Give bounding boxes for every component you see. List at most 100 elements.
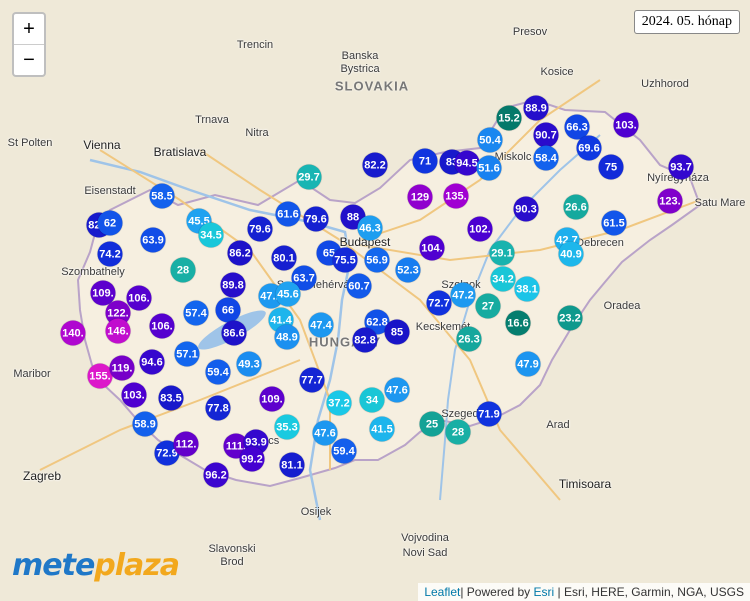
station-marker[interactable]: 47.4 xyxy=(308,312,334,338)
station-marker[interactable]: 15.2 xyxy=(496,105,522,131)
station-marker[interactable]: 71 xyxy=(412,148,438,174)
station-marker[interactable]: 140. xyxy=(60,320,86,346)
zoom-out-button[interactable]: − xyxy=(14,45,44,75)
station-marker[interactable]: 58.9 xyxy=(132,411,158,437)
station-marker[interactable]: 90.3 xyxy=(513,196,539,222)
station-marker[interactable]: 85 xyxy=(384,319,410,345)
station-marker[interactable]: 59.4 xyxy=(205,359,231,385)
station-marker[interactable]: 46.3 xyxy=(357,215,383,241)
station-marker[interactable]: 79.6 xyxy=(303,206,329,232)
station-marker[interactable]: 48.9 xyxy=(274,324,300,350)
station-marker[interactable]: 41.5 xyxy=(369,416,395,442)
station-marker[interactable]: 146. xyxy=(105,318,131,344)
station-marker[interactable]: 103. xyxy=(121,382,147,408)
station-marker[interactable]: 102. xyxy=(467,216,493,242)
station-marker[interactable]: 26.6 xyxy=(563,194,589,220)
station-marker[interactable]: 35.3 xyxy=(274,414,300,440)
station-marker[interactable]: 69.6 xyxy=(576,135,602,161)
station-marker[interactable]: 96.2 xyxy=(203,462,229,488)
station-marker[interactable]: 58.4 xyxy=(533,145,559,171)
station-marker[interactable]: 47.2 xyxy=(450,282,476,308)
station-marker[interactable]: 75.5 xyxy=(332,247,358,273)
station-marker[interactable]: 93.7 xyxy=(668,154,694,180)
station-marker[interactable]: 61.6 xyxy=(275,201,301,227)
station-marker[interactable]: 23.2 xyxy=(557,305,583,331)
station-marker[interactable]: 27 xyxy=(475,293,501,319)
place-label: Debrecen xyxy=(576,237,624,249)
station-marker[interactable]: 135. xyxy=(443,183,469,209)
station-marker[interactable]: 119. xyxy=(109,355,135,381)
station-marker[interactable]: 106. xyxy=(126,285,152,311)
station-marker[interactable]: 106. xyxy=(149,313,175,339)
station-marker[interactable]: 51.6 xyxy=(476,155,502,181)
station-marker[interactable]: 90.7 xyxy=(533,122,559,148)
station-marker[interactable]: 60.7 xyxy=(346,273,372,299)
esri-link[interactable]: Esri xyxy=(534,585,555,599)
country-label-slovakia: SLOVAKIA xyxy=(334,78,410,94)
meteoplaza-logo[interactable]: meteplaza xyxy=(12,548,180,583)
station-marker[interactable]: 77.8 xyxy=(205,395,231,421)
station-marker[interactable]: 16.6 xyxy=(505,310,531,336)
station-marker[interactable]: 37.2 xyxy=(326,390,352,416)
station-marker[interactable]: 45.6 xyxy=(275,281,301,307)
station-marker[interactable]: 57.4 xyxy=(183,300,209,326)
station-marker[interactable]: 34 xyxy=(359,387,385,413)
station-marker[interactable]: 38.1 xyxy=(514,276,540,302)
station-marker[interactable]: 129 xyxy=(407,184,433,210)
place-label: Eisenstadt xyxy=(84,185,136,197)
station-marker[interactable]: 72.7 xyxy=(426,290,452,316)
station-marker[interactable]: 66 xyxy=(215,297,241,323)
place-label: Arad xyxy=(546,419,570,431)
station-marker[interactable]: 103. xyxy=(613,112,639,138)
station-marker[interactable]: 58.5 xyxy=(149,183,175,209)
station-marker[interactable]: 81.1 xyxy=(279,452,305,478)
station-marker[interactable]: 61.5 xyxy=(601,210,627,236)
station-marker[interactable]: 34.2 xyxy=(490,266,516,292)
station-marker[interactable]: 57.1 xyxy=(174,341,200,367)
station-marker[interactable]: 83.5 xyxy=(158,385,184,411)
station-marker[interactable]: 26.3 xyxy=(456,326,482,352)
place-label: Timisoara xyxy=(558,477,612,491)
station-marker[interactable]: 82.8 xyxy=(352,327,378,353)
station-marker[interactable]: 94.5 xyxy=(454,150,480,176)
station-marker[interactable]: 89.8 xyxy=(220,272,246,298)
station-marker[interactable]: 88.9 xyxy=(523,95,549,121)
station-marker[interactable]: 34.5 xyxy=(198,222,224,248)
station-marker[interactable]: 62 xyxy=(97,210,123,236)
place-label: Slavonski xyxy=(208,543,256,555)
station-marker[interactable]: 50.4 xyxy=(477,127,503,153)
station-marker[interactable]: 109. xyxy=(259,386,285,412)
station-marker[interactable]: 63.9 xyxy=(140,227,166,253)
station-marker[interactable]: 77.7 xyxy=(299,367,325,393)
station-marker[interactable]: 79.6 xyxy=(247,216,273,242)
station-marker[interactable]: 49.3 xyxy=(236,351,262,377)
period-label: 2024. 05. hónap xyxy=(633,10,740,34)
station-marker[interactable]: 56.9 xyxy=(364,247,390,273)
station-marker[interactable]: 123. xyxy=(657,188,683,214)
leaflet-link[interactable]: Leaflet xyxy=(424,585,460,599)
station-marker[interactable]: 25 xyxy=(419,411,445,437)
map-canvas[interactable]: Presov Trencin Banska Bystrica Kosice Uzhhoro… xyxy=(0,0,750,601)
station-marker[interactable]: 104. xyxy=(419,235,445,261)
station-marker[interactable]: 71.9 xyxy=(476,401,502,427)
place-label: Szombathely xyxy=(61,266,125,278)
station-marker[interactable]: 99.2 xyxy=(239,446,265,472)
station-marker[interactable]: 47.6 xyxy=(384,377,410,403)
station-marker[interactable]: 74.2 xyxy=(97,241,123,267)
station-marker[interactable]: 29.1 xyxy=(489,240,515,266)
station-marker[interactable]: 28 xyxy=(170,257,196,283)
station-marker[interactable]: 29.7 xyxy=(296,164,322,190)
zoom-in-button[interactable]: + xyxy=(14,14,44,45)
station-marker[interactable]: 80.1 xyxy=(271,245,297,271)
station-marker[interactable]: 59.4 xyxy=(331,438,357,464)
station-marker[interactable]: 86.2 xyxy=(227,240,253,266)
station-marker[interactable]: 40.9 xyxy=(558,241,584,267)
station-marker[interactable]: 52.3 xyxy=(395,257,421,283)
station-marker[interactable]: 47.9 xyxy=(515,351,541,377)
station-marker[interactable]: 112. xyxy=(173,431,199,457)
station-marker[interactable]: 28 xyxy=(445,419,471,445)
station-marker[interactable]: 75 xyxy=(598,154,624,180)
station-marker[interactable]: 94.6 xyxy=(139,349,165,375)
station-marker[interactable]: 86.6 xyxy=(221,320,247,346)
station-marker[interactable]: 82.2 xyxy=(362,152,388,178)
